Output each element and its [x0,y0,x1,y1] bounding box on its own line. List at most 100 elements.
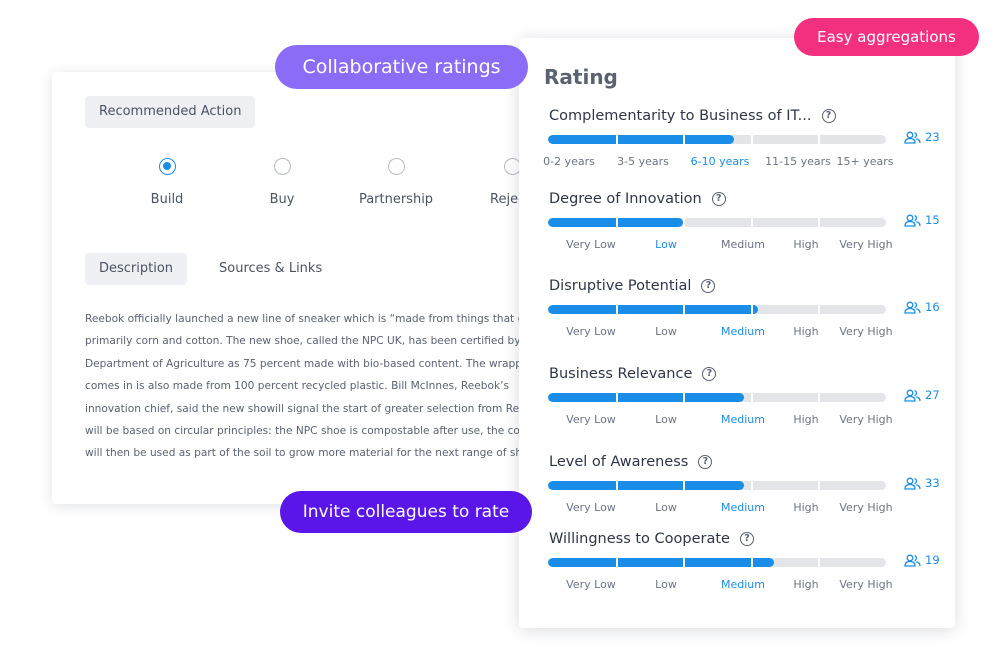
scale-option[interactable]: Medium [721,413,765,426]
scale-option[interactable]: Low [655,325,677,338]
slider-divider [615,393,618,402]
rater-count[interactable]: 19 [904,553,940,567]
scale-option[interactable]: Low [655,578,677,591]
slider-divider [615,218,618,227]
question-circle-icon[interactable]: ? [702,367,717,381]
scale-option[interactable]: Very High [839,578,892,591]
tab-description[interactable]: Description [85,253,188,285]
criterion-label: Level of Awareness [549,454,689,470]
slider-divider [750,218,753,227]
easy-aggregations-badge: Easy aggregations [794,18,979,56]
scale-option[interactable]: High [793,578,818,591]
rater-count-value: 27 [925,388,940,402]
users-icon [904,214,921,227]
question-circle-icon[interactable]: ? [821,109,836,123]
rater-count-value: 33 [925,476,940,490]
rating-slider[interactable] [548,481,886,490]
rater-count[interactable]: 33 [904,476,940,490]
scale-option[interactable]: 11-15 years [765,155,831,168]
scale-option[interactable]: Medium [721,501,765,514]
slider-divider [615,305,618,314]
tab-sources-links[interactable]: Sources & Links [219,253,322,285]
scale-option[interactable]: Medium [721,325,765,338]
scale-option[interactable]: 6-10 years [691,155,750,168]
radio-label: Build [150,192,184,207]
users-icon [904,131,921,144]
question-circle-icon[interactable]: ? [711,192,726,206]
rater-count-value: 19 [925,553,940,567]
scale-option[interactable]: Very High [839,325,892,338]
scale-option[interactable]: Low [655,238,677,251]
rating-slider-fill [548,135,734,144]
rating-criterion: Level of Awareness? 33 Very Low Low Medium Hi… [519,454,955,534]
radio-option-buy[interactable]: Buy [232,158,332,207]
slider-divider [683,135,686,144]
slider-divider [683,393,686,402]
criterion-label: Disruptive Potential [549,278,692,294]
scale-option[interactable]: Low [655,413,677,426]
rating-slider[interactable] [548,218,886,227]
rating-criterion: Willingness to Cooperate? 19 Very Low Low Me… [519,531,955,611]
rating-slider[interactable] [548,393,886,402]
description-line: comes in is also made from 100 percent r… [85,380,510,393]
rating-scale: Very Low Low Medium High Very High [548,238,898,252]
rating-slider[interactable] [548,558,886,567]
rater-count[interactable]: 27 [904,388,940,402]
scale-option[interactable]: Very Low [566,501,616,514]
slider-divider [818,558,821,567]
radio-button[interactable] [158,158,176,175]
slider-divider [818,135,821,144]
radio-button[interactable] [273,158,291,175]
scale-option[interactable]: High [793,238,818,251]
rater-count-value: 23 [925,130,940,144]
question-circle-icon[interactable]: ? [698,455,713,469]
users-icon [904,301,921,314]
scale-option[interactable]: 0-2 years [543,155,595,168]
radio-option-build[interactable]: Build [117,158,217,207]
criterion-name: Degree of Innovation? [549,191,726,207]
scale-option[interactable]: Medium [721,578,765,591]
rating-card: Rating Complementarity to Business of IT… [519,38,955,628]
recommended-action-label: Recommended Action [85,96,256,128]
scale-option[interactable]: High [793,325,818,338]
rating-scale: Very Low Low Medium High Very High [548,501,898,515]
scale-option[interactable]: Very Low [566,578,616,591]
users-icon [904,389,921,402]
scale-option[interactable]: High [793,413,818,426]
criterion-name: Complementarity to Business of IT...? [549,108,836,124]
rating-slider[interactable] [548,135,886,144]
scale-option[interactable]: Very Low [566,238,616,251]
recommendation-card: Recommended Action Build Buy Partnership… [52,72,552,504]
scale-option[interactable]: Low [655,501,677,514]
scale-option[interactable]: Very High [839,501,892,514]
invite-colleagues-button[interactable]: Invite colleagues to rate [280,491,532,533]
slider-divider [683,305,686,314]
description-line: innovation chief, said the new showill s… [85,402,520,415]
scale-option[interactable]: Very Low [566,325,616,338]
scale-option[interactable]: Medium [721,238,765,251]
rating-title: Rating [544,65,618,89]
question-circle-icon[interactable]: ? [701,279,716,293]
radio-label: Buy [269,192,295,207]
radio-option-partnership[interactable]: Partnership [346,158,446,207]
slider-divider [818,305,821,314]
question-circle-icon[interactable]: ? [739,532,754,546]
scale-option[interactable]: Very Low [566,413,616,426]
rating-criterion: Business Relevance? 27 Very Low Low Medium Hi… [519,366,955,446]
scale-option[interactable]: 3-5 years [617,155,669,168]
slider-divider [750,135,753,144]
description-text: Reebok officially launched a new line of… [85,308,552,465]
rater-count[interactable]: 16 [904,300,940,314]
scale-option[interactable]: 15+ years [837,155,894,168]
scale-option[interactable]: High [793,501,818,514]
rater-count[interactable]: 23 [904,130,940,144]
slider-divider [683,218,686,227]
scale-option[interactable]: Very High [839,413,892,426]
radio-button[interactable] [503,158,521,175]
slider-divider [683,558,686,567]
rating-slider-fill [548,393,745,402]
radio-button[interactable] [387,158,405,175]
rater-count[interactable]: 15 [904,213,940,227]
scale-option[interactable]: Very High [839,238,892,251]
rating-slider[interactable] [548,305,886,314]
